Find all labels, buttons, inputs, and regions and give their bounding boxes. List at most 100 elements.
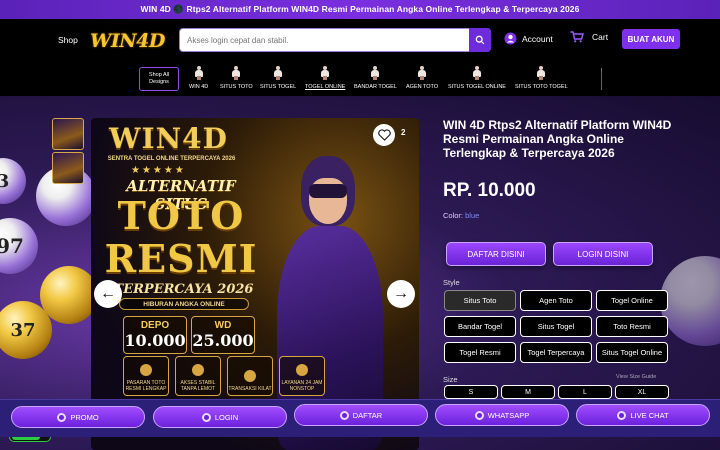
- nav-item-label: AGEN TOTO: [406, 84, 439, 90]
- search-button[interactable]: [469, 28, 491, 52]
- hero-line2: TOTO: [117, 193, 245, 238]
- thumbnail-list: [52, 118, 84, 186]
- user-icon: [504, 32, 517, 45]
- lightning-icon: [244, 370, 256, 382]
- header: Shop WIN4D Account Cart BUAT AKUN: [0, 19, 720, 62]
- cart-link[interactable]: Cart: [570, 31, 608, 43]
- live-chat-button[interactable]: LIVE CHAT: [576, 404, 710, 426]
- search-icon: [475, 35, 485, 45]
- nav-item-situs-toto[interactable]: SITUS TOTO: [220, 66, 253, 90]
- style-option[interactable]: Situs Togel Online: [596, 342, 668, 363]
- signup-button[interactable]: BUAT AKUN: [622, 29, 680, 49]
- style-option[interactable]: Situs Togel: [520, 316, 592, 337]
- style-label: Style: [443, 278, 460, 287]
- shop-link[interactable]: Shop: [58, 35, 78, 45]
- next-image-button[interactable]: →: [387, 280, 415, 308]
- shop-all-button[interactable]: Shop All Designs: [139, 67, 179, 91]
- category-nav: Shop All Designs WIN 4D SITUS TOTO SITUS…: [0, 62, 720, 96]
- style-option[interactable]: Situs Toto: [444, 290, 516, 311]
- promo-icon: [57, 412, 67, 422]
- size-option[interactable]: L: [558, 385, 612, 399]
- color-label: Color:: [443, 211, 464, 220]
- announcement-text: WIN 4D 🌑 Rtps2 Alternatif Platform WIN4D…: [140, 4, 580, 14]
- person-icon: [320, 66, 330, 81]
- nav-item-bandar-togel[interactable]: BANDAR TOGEL: [354, 66, 397, 90]
- nav-item-label: WIN 4D: [189, 84, 209, 90]
- whatsapp-icon: [474, 410, 484, 420]
- daftar-icon: [339, 410, 349, 420]
- feature-label: TRANSAKSI KILAT: [228, 386, 272, 392]
- style-option[interactable]: Agen Toto: [520, 290, 592, 311]
- thumbnail[interactable]: [52, 152, 84, 184]
- feature-label: AKSES STABIL TANPA LEMOT: [180, 380, 216, 392]
- nav-item-situs-togel[interactable]: SITUS TOGEL: [260, 66, 296, 90]
- bottom-action-bar: PROMO LOGIN DAFTAR WHATSAPP LIVE CHAT: [0, 399, 720, 437]
- style-option[interactable]: Toto Resmi: [596, 316, 668, 337]
- feature-tile: LAYANAN 24 JAM NONSTOP: [279, 356, 325, 396]
- hero-line5: HIBURAN ANGKA ONLINE: [119, 298, 249, 310]
- login-icon: [201, 412, 211, 422]
- account-link[interactable]: Account: [504, 32, 553, 45]
- hero-line4: TERPERCAYA 2026: [113, 282, 254, 297]
- depo-label: DEPO: [140, 320, 170, 331]
- style-option[interactable]: Togel Online: [596, 290, 668, 311]
- lottery-ball: 97: [0, 218, 38, 274]
- prev-image-button[interactable]: ←: [94, 280, 122, 308]
- product-section: 3 97 37 WIN4D SENTRA TOGEL ONLINE TERPER…: [0, 96, 720, 450]
- search-input[interactable]: [180, 29, 469, 51]
- nav-item-togel-online[interactable]: TOGEL ONLINE: [305, 66, 345, 90]
- lottery-ball: [40, 266, 98, 324]
- size-guide-label: View Size Guide: [616, 374, 657, 380]
- size-option[interactable]: S: [444, 385, 498, 399]
- daftar-button[interactable]: DAFTAR: [294, 404, 428, 426]
- size-guide-link[interactable]: View Size Guide: [616, 374, 656, 380]
- nav-item-label: SITUS TOTO: [220, 84, 253, 90]
- product-title: WIN 4D Rtps2 Alternatif Platform WIN4D R…: [443, 118, 672, 160]
- thumbnail[interactable]: [52, 118, 84, 150]
- style-option[interactable]: Togel Resmi: [444, 342, 516, 363]
- nav-divider: [601, 68, 602, 90]
- favorite-button[interactable]: [373, 124, 395, 146]
- depo-box: DEPO 10.000: [123, 316, 187, 354]
- heart-icon: [377, 129, 391, 141]
- favorite-count: 2: [401, 128, 406, 137]
- nav-item-label: BANDAR TOGEL: [354, 84, 397, 90]
- feature-label: PASARAN TOTO RESMI LENGKAP: [125, 380, 167, 392]
- nav-item-label: SITUS TOTO TOGEL: [515, 84, 568, 90]
- logo[interactable]: WIN4D: [90, 29, 166, 53]
- person-icon: [231, 66, 241, 81]
- size-option[interactable]: XL: [615, 385, 669, 399]
- person-icon: [194, 66, 204, 81]
- daftar-disini-button[interactable]: DAFTAR DISINI: [446, 242, 546, 266]
- announcement-bar: WIN 4D 🌑 Rtps2 Alternatif Platform WIN4D…: [0, 0, 720, 19]
- nav-item-agen-toto[interactable]: AGEN TOTO: [406, 66, 438, 90]
- whatsapp-button[interactable]: WHATSAPP: [435, 404, 569, 426]
- login-disini-button[interactable]: LOGIN DISINI: [553, 242, 653, 266]
- whatsapp-label: WHATSAPP: [487, 410, 530, 420]
- person-icon: [370, 66, 380, 81]
- style-option[interactable]: Togel Terpercaya: [520, 342, 592, 363]
- nav-item-win4d[interactable]: WIN 4D: [189, 66, 208, 90]
- lottery-ball: [660, 256, 720, 346]
- hero-brand: WIN4D: [109, 122, 228, 155]
- size-option[interactable]: M: [501, 385, 555, 399]
- feature-tile: AKSES STABIL TANPA LEMOT: [175, 356, 221, 396]
- hero-subtitle: SENTRA TOGEL ONLINE TERPERCAYA 2026: [107, 156, 236, 162]
- hero-line3: RESMI: [104, 236, 258, 281]
- style-option[interactable]: Bandar Togel: [444, 316, 516, 337]
- person-icon: [273, 66, 283, 81]
- nav-item-situs-togel-online[interactable]: SITUS TOGEL ONLINE: [448, 66, 506, 90]
- person-icon: [536, 66, 546, 81]
- daftar-label: DAFTAR: [352, 410, 383, 420]
- person-icon: [472, 66, 482, 81]
- wd-label: WD: [214, 320, 232, 331]
- nav-item-situs-toto-togel[interactable]: SITUS TOTO TOGEL: [515, 66, 568, 90]
- feature-tile: TRANSAKSI KILAT: [227, 356, 273, 396]
- wd-box: WD 25.000: [191, 316, 255, 354]
- wd-value: 25.000: [192, 331, 254, 350]
- promo-button[interactable]: PROMO: [11, 406, 145, 428]
- color-row: Color: blue: [443, 211, 479, 220]
- login-button[interactable]: LOGIN: [153, 406, 287, 428]
- chat-icon: [617, 410, 627, 420]
- product-price: RP. 10.000: [443, 180, 536, 201]
